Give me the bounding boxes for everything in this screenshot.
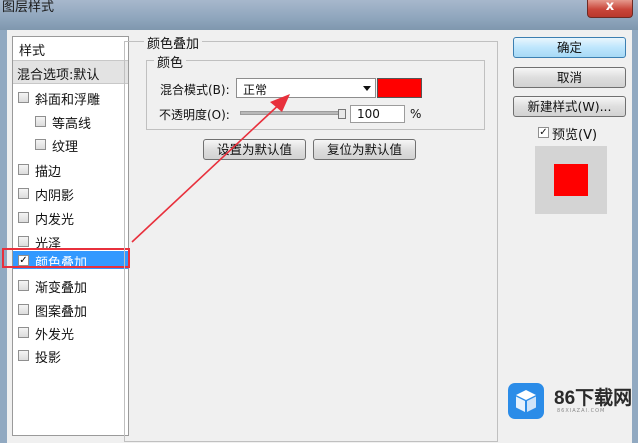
cube-logo-icon — [508, 383, 544, 419]
annotation-arrow-line — [131, 99, 285, 243]
watermark-domain: 86XIAZAI.COM — [557, 408, 606, 414]
watermark-brand: 86下载网 — [554, 388, 633, 409]
watermark-logo: 86下载网 86XIAZAI.COM — [508, 377, 634, 423]
